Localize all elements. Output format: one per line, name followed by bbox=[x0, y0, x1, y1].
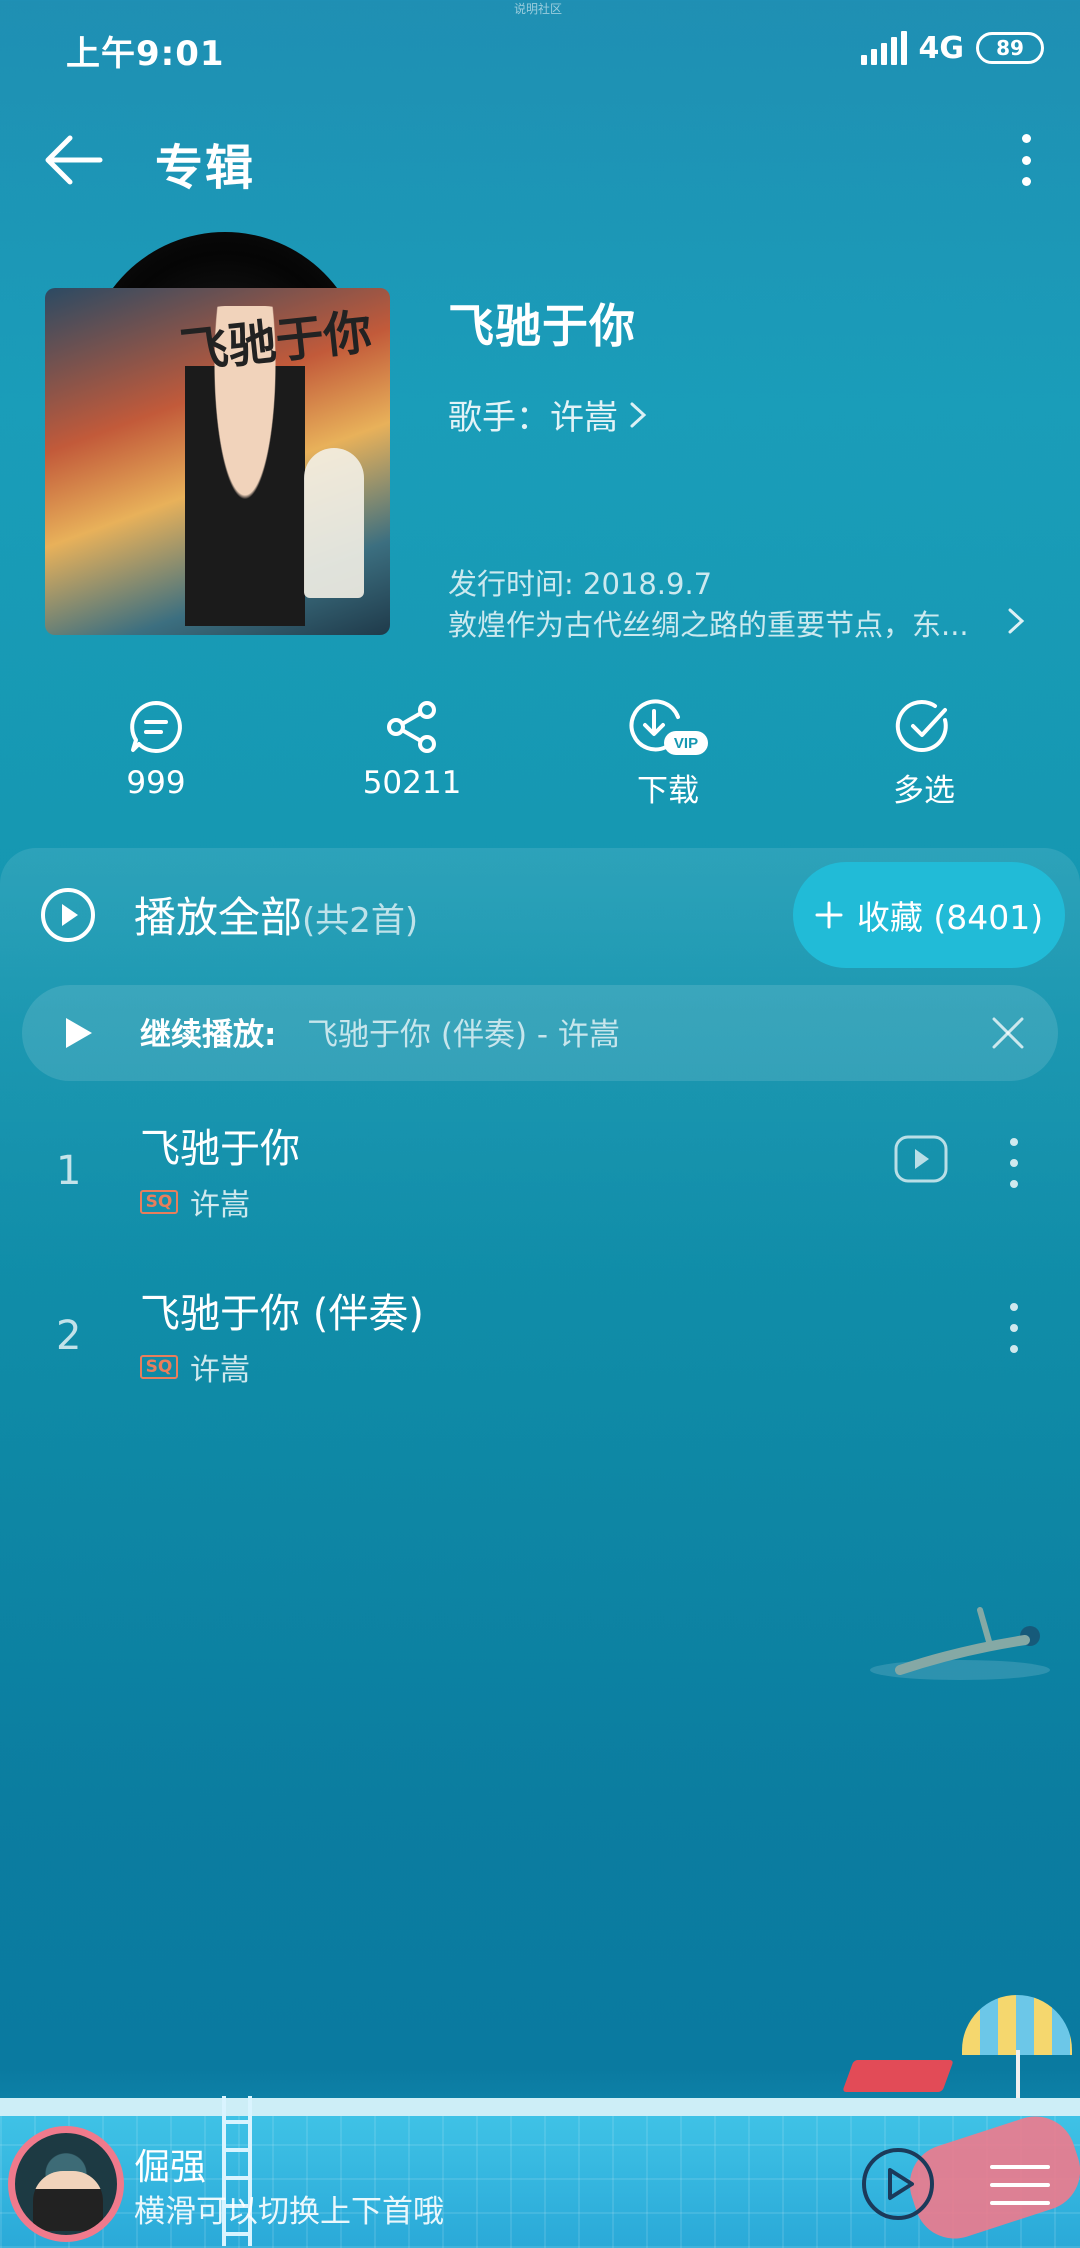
song-artist: 许嵩 bbox=[190, 1188, 250, 1223]
resume-track: 飞驰于你 (伴奏) - 许嵩 bbox=[307, 1017, 620, 1053]
artist-label: 歌手：许嵩 bbox=[448, 398, 618, 438]
album-cover[interactable]: 飞驰于你 bbox=[45, 288, 390, 635]
share-button[interactable]: 50211 bbox=[312, 695, 512, 801]
more-options-button[interactable] bbox=[1008, 130, 1044, 190]
lounge-chair-decoration bbox=[842, 2060, 954, 2092]
mini-play-button[interactable] bbox=[860, 2146, 936, 2222]
play-all-button[interactable]: 播放全部(共2首) bbox=[40, 884, 418, 945]
battery-level: 89 bbox=[996, 36, 1024, 60]
song-meta: SQ 许嵩 bbox=[140, 1180, 250, 1224]
signal-icon bbox=[860, 31, 907, 65]
status-indicators: 4G 89 bbox=[860, 26, 1044, 70]
download-label: 下载 bbox=[637, 773, 699, 809]
back-button[interactable] bbox=[40, 130, 110, 190]
song-index: 2 bbox=[56, 1313, 82, 1359]
playlist-icon bbox=[990, 2165, 1050, 2169]
song-title: 飞驰于你 bbox=[140, 1126, 300, 1172]
back-arrow-icon bbox=[45, 135, 103, 185]
download-button[interactable]: VIP 下载 bbox=[568, 695, 768, 810]
collect-label: 收藏 (8401) bbox=[856, 898, 1044, 937]
multi-select-icon bbox=[895, 700, 948, 753]
song-more-button[interactable] bbox=[1008, 1138, 1020, 1188]
sq-quality-badge: SQ bbox=[140, 1190, 178, 1214]
comment-icon bbox=[130, 701, 182, 753]
song-more-button[interactable] bbox=[1008, 1303, 1020, 1353]
song-row[interactable]: 1 飞驰于你 SQ 许嵩 bbox=[0, 1100, 1080, 1266]
album-description[interactable]: 敦煌作为古代丝绸之路的重要节点，东... bbox=[448, 602, 1008, 644]
pool-edge-decoration bbox=[0, 2098, 1080, 2116]
multi-select-label: 多选 bbox=[893, 773, 955, 809]
mini-cover-figure bbox=[33, 2171, 103, 2231]
more-vertical-icon bbox=[1021, 134, 1031, 143]
sq-quality-badge: SQ bbox=[140, 1355, 178, 1379]
cover-deer-figure bbox=[304, 448, 364, 598]
play-circle-icon bbox=[41, 887, 95, 942]
song-title: 飞驰于你 (伴奏) bbox=[140, 1291, 424, 1337]
mini-player-cover[interactable] bbox=[8, 2126, 124, 2242]
play-icon bbox=[66, 1018, 92, 1048]
resume-label: 继续播放: bbox=[140, 1017, 277, 1053]
collect-button[interactable]: 收藏 (8401) bbox=[793, 862, 1065, 968]
play-all-label: 播放全部 bbox=[134, 893, 303, 942]
song-row[interactable]: 2 飞驰于你 (伴奏) SQ 许嵩 bbox=[0, 1265, 1080, 1431]
album-action-row: 999 50211 VIP 下载 多选 bbox=[0, 695, 1080, 815]
share-count: 50211 bbox=[362, 765, 462, 801]
share-icon bbox=[387, 701, 436, 753]
close-icon[interactable] bbox=[988, 1013, 1028, 1053]
playlist-button[interactable] bbox=[990, 2165, 1050, 2205]
comment-button[interactable]: 999 bbox=[56, 695, 256, 801]
battery-icon: 89 bbox=[976, 32, 1044, 64]
network-type: 4G bbox=[918, 30, 965, 66]
comment-count: 999 bbox=[126, 765, 186, 801]
mv-play-icon[interactable] bbox=[893, 1134, 949, 1184]
play-all-count: (共2首) bbox=[302, 901, 419, 941]
album-name: 飞驰于你 bbox=[448, 299, 636, 353]
download-vip-icon: VIP bbox=[629, 699, 708, 755]
multi-select-button[interactable]: 多选 bbox=[824, 695, 1024, 810]
mini-player-title[interactable]: 倔强 bbox=[134, 2138, 206, 2190]
chevron-right-icon bbox=[630, 402, 647, 427]
swimmer-decoration bbox=[870, 1607, 1050, 1680]
top-hint-text: 说明社区 bbox=[514, 2, 563, 16]
song-artist: 许嵩 bbox=[190, 1353, 250, 1388]
song-meta: SQ 许嵩 bbox=[140, 1345, 250, 1389]
artist-link[interactable]: 歌手：许嵩 bbox=[448, 390, 650, 439]
song-index: 1 bbox=[56, 1148, 82, 1194]
status-time: 上午9:01 bbox=[66, 34, 225, 74]
release-date: 发行时间: 2018.9.7 bbox=[448, 567, 713, 601]
mini-player-subtitle: 横滑可以切换上下首哦 bbox=[134, 2194, 444, 2230]
plus-icon bbox=[815, 901, 843, 929]
vip-badge: VIP bbox=[674, 735, 698, 752]
page-title: 专辑 bbox=[155, 140, 256, 196]
description-chevron-icon[interactable] bbox=[1004, 604, 1028, 638]
resume-playback-bar[interactable]: 继续播放: 飞驰于你 (伴奏) - 许嵩 bbox=[22, 985, 1058, 1081]
